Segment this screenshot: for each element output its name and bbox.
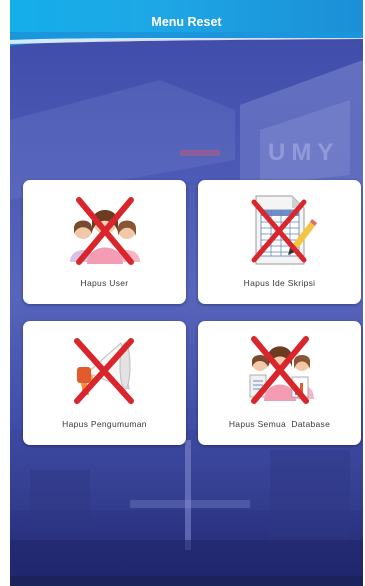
menu-item-label: Hapus Semua Database bbox=[228, 419, 331, 429]
menu-item-label: Hapus Pengumuman bbox=[62, 419, 147, 429]
users-cross-icon bbox=[69, 197, 140, 265]
menu-item-label: Hapus User bbox=[80, 278, 129, 288]
spreadsheet-cross-icon bbox=[251, 195, 317, 265]
megaphone-cross-icon bbox=[73, 338, 134, 404]
page-title: Menu Reset bbox=[151, 15, 222, 29]
umy-watermark: UMY bbox=[268, 139, 339, 166]
menu-item-hapus-user[interactable]: Hapus User bbox=[23, 180, 186, 304]
bottom-strip bbox=[10, 576, 363, 586]
menu-item-label: Hapus Ide Skripsi bbox=[243, 278, 316, 288]
header-wave-decoration bbox=[10, 32, 363, 46]
menu-item-hapus-ide-skripsi[interactable]: Hapus Ide Skripsi bbox=[198, 180, 361, 304]
database-people-cross-icon bbox=[249, 336, 314, 404]
app-screen: UMY Menu Reset Hapus User Hapus Ide Skri… bbox=[10, 0, 363, 586]
menu-item-hapus-semua-database[interactable]: Hapus Semua Database bbox=[198, 321, 361, 445]
menu-item-hapus-pengumuman[interactable]: Hapus Pengumuman bbox=[23, 321, 186, 445]
